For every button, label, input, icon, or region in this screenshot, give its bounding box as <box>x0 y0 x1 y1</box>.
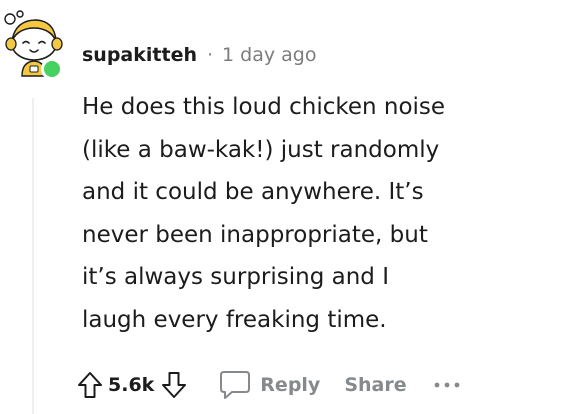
vote-score: 5.6k <box>108 374 155 396</box>
comment-body-line: it’s always surprising and I <box>82 264 389 290</box>
speech-bubble-icon <box>220 371 251 399</box>
more-options-icon <box>434 382 460 388</box>
timestamp-link[interactable]: 1 day ago <box>222 44 316 66</box>
upvote-button[interactable] <box>76 370 104 400</box>
comment-body-line: never been inappropriate, but <box>82 221 428 248</box>
comment-body-line: laugh every freaking time. <box>82 306 387 333</box>
downvote-button[interactable] <box>160 370 188 400</box>
downvote-arrow-icon <box>162 372 187 398</box>
more-options-button[interactable] <box>433 380 461 390</box>
reply-button[interactable]: Reply <box>218 369 320 401</box>
comment-actions: 5.6k Reply Share <box>76 362 461 408</box>
comment: supakitteh · 1 day ago He does this loud… <box>0 0 568 414</box>
thread-line[interactable] <box>32 98 34 414</box>
comment-body-line: and it could be anywhere. It’s <box>82 179 424 205</box>
reply-label: Reply <box>260 374 321 396</box>
comment-meta: supakitteh · 1 day ago <box>82 40 316 70</box>
comment-body-line: He does this loud chicken noise <box>82 94 446 120</box>
comment-body-line: (like a baw-kak!) just randomly <box>82 136 440 163</box>
meta-separator: · <box>206 44 214 66</box>
online-status-dot <box>41 58 63 80</box>
share-button[interactable]: Share <box>344 374 406 396</box>
comment-body: He does this loud chicken noise (like a … <box>82 86 552 341</box>
upvote-arrow-icon <box>78 372 102 398</box>
username-link[interactable]: supakitteh <box>82 44 197 66</box>
